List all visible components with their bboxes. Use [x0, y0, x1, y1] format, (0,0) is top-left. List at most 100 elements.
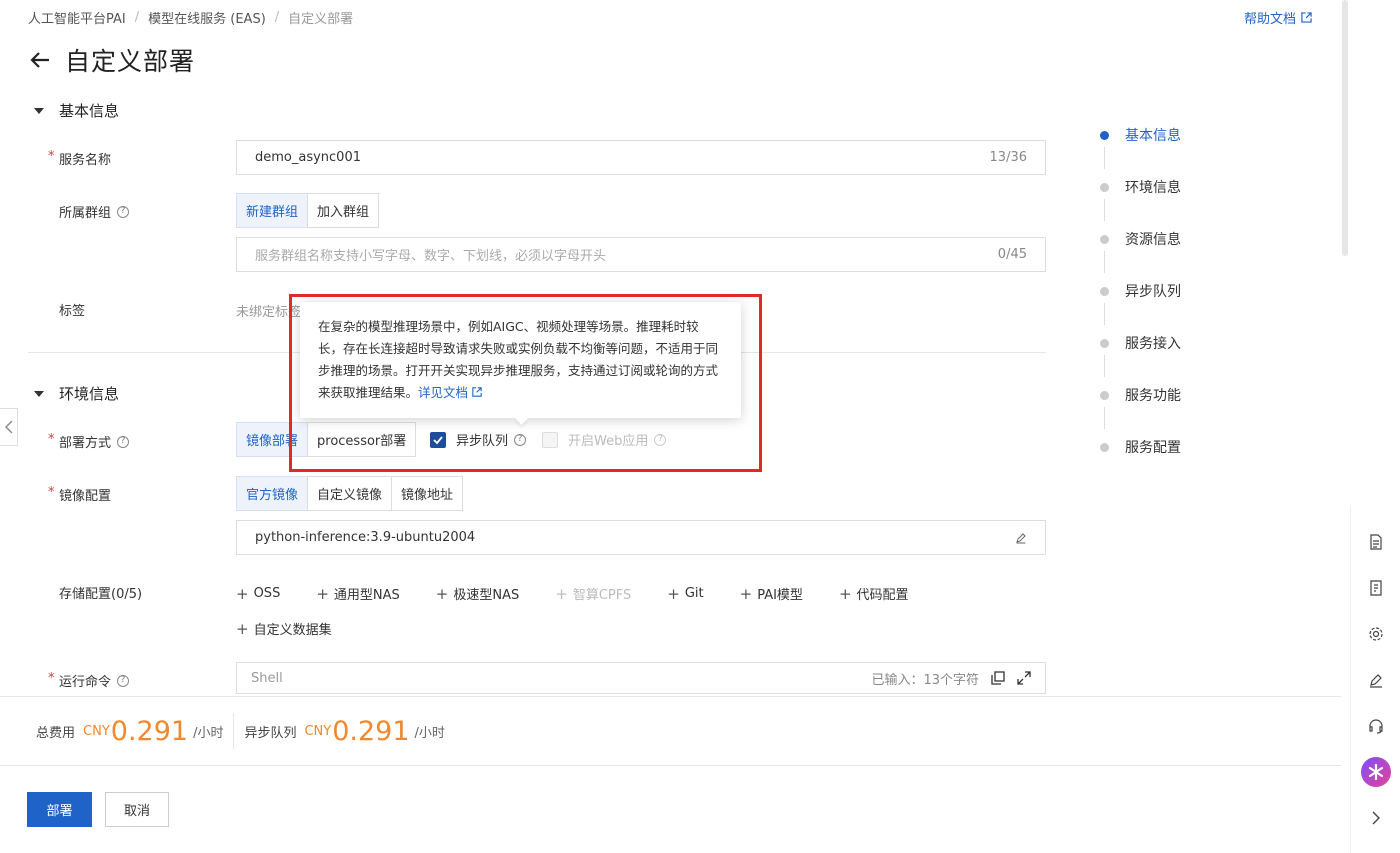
async-queue-checkbox[interactable]: [430, 431, 446, 448]
help-question-icon[interactable]: ?: [654, 433, 667, 446]
step-connector: [1104, 303, 1105, 325]
image-select-input[interactable]: python-inference:3.9-ubuntu2004: [236, 520, 1046, 555]
step-env[interactable]: 环境信息: [1098, 177, 1181, 229]
step-connector: [1104, 355, 1105, 377]
step-resource[interactable]: 资源信息: [1098, 229, 1181, 281]
tooltip-doc-link[interactable]: 详见文档: [418, 385, 482, 400]
step-label: 服务功能: [1125, 388, 1181, 404]
help-question-icon[interactable]: ?: [117, 435, 130, 448]
collapse-handle[interactable]: [0, 408, 18, 446]
deploy-option-image[interactable]: 镜像部署: [236, 422, 309, 457]
chevron-right-icon[interactable]: [1361, 803, 1391, 833]
storage-add-nas[interactable]: + 通用型NAS: [316, 584, 417, 604]
step-label: 服务配置: [1125, 440, 1181, 456]
storage-add-git[interactable]: + Git: [667, 584, 721, 603]
right-tool-rail: [1350, 505, 1400, 853]
command-label: 运行命令 ?: [59, 671, 130, 690]
async-cost-unit: /小时: [414, 725, 445, 741]
step-service-config[interactable]: 服务配置: [1098, 437, 1181, 489]
async-queue-label[interactable]: 异步队列: [456, 430, 508, 449]
storage-code-label: 代码配置: [856, 588, 909, 603]
storage-cpfs-label: 智算CPFS: [572, 588, 632, 603]
help-question-icon[interactable]: ?: [117, 205, 130, 218]
step-dot: [1100, 391, 1109, 400]
storage-add-code[interactable]: + 代码配置: [838, 584, 927, 604]
storage-add-pai-model[interactable]: + PAI模型: [740, 584, 821, 604]
image-source-selector: 官方镜像 自定义镜像 镜像地址: [236, 476, 464, 511]
help-doc-link[interactable]: 帮助文档: [1244, 8, 1312, 27]
help-question-icon[interactable]: ?: [117, 674, 130, 687]
command-placeholder: Shell: [251, 670, 283, 686]
caret-down-icon: [34, 390, 44, 397]
expand-icon[interactable]: [1017, 671, 1031, 685]
service-name-input[interactable]: demo_async001 13/36: [236, 140, 1046, 175]
image-value: python-inference:3.9-ubuntu2004: [255, 530, 476, 545]
deploy-mode-checkboxes: 异步队列 ? 开启Web应用 ?: [430, 430, 667, 449]
storage-add-dataset[interactable]: + 自定义数据集: [236, 619, 350, 639]
step-label: 环境信息: [1125, 180, 1181, 196]
storage-options-extra: + 自定义数据集: [236, 619, 368, 639]
group-label: 所属群组 ?: [59, 202, 130, 221]
external-link-icon: [1301, 12, 1312, 23]
total-cost-value: 0.291: [110, 715, 189, 747]
gear-icon[interactable]: [1361, 619, 1391, 649]
async-queue-tooltip: 在复杂的模型推理场景中，例如AIGC、视频处理等场景。推理耗时较长，存在长连接超…: [300, 302, 741, 418]
step-label: 服务接入: [1125, 336, 1181, 352]
deploy-option-processor[interactable]: processor部署: [307, 422, 417, 457]
help-doc-label: 帮助文档: [1244, 12, 1297, 27]
command-tools: 已输入：13个字符: [871, 669, 1031, 688]
plus-icon: +: [236, 619, 249, 638]
step-label: 资源信息: [1125, 232, 1181, 248]
group-name-input[interactable]: 服务群组名称支持小写字母、数字、下划线，必须以字母开头 0/45: [236, 237, 1046, 272]
plus-icon: +: [555, 584, 568, 603]
group-label-text: 所属群组: [59, 206, 112, 221]
step-basic[interactable]: 基本信息: [1098, 125, 1181, 177]
image-option-official[interactable]: 官方镜像: [236, 476, 309, 511]
page-title: 自定义部署: [65, 47, 196, 76]
breadcrumb-item-pai[interactable]: 人工智能平台PAI: [28, 8, 126, 27]
help-question-icon[interactable]: ?: [514, 433, 527, 446]
web-app-checkbox[interactable]: [542, 431, 559, 448]
breadcrumb-item-eas[interactable]: 模型在线服务 (EAS): [148, 8, 266, 27]
command-editor[interactable]: Shell 已输入：13个字符: [236, 662, 1046, 694]
storage-extreme-nas-label: 极速型NAS: [453, 588, 520, 603]
step-dot: [1100, 287, 1109, 296]
section-basic-toggle[interactable]: 基本信息: [34, 100, 119, 121]
section-basic-title: 基本信息: [59, 102, 120, 120]
total-cost-label: 总费用: [36, 725, 76, 741]
headset-icon[interactable]: [1361, 711, 1391, 741]
page-scrollbar[interactable]: [1342, 0, 1348, 256]
plus-icon: +: [838, 584, 852, 603]
edit-pencil-icon[interactable]: [1015, 532, 1027, 544]
storage-add-oss[interactable]: + OSS: [236, 584, 298, 603]
step-dot: [1100, 339, 1109, 348]
async-cost-value: 0.291: [332, 715, 410, 747]
document-icon[interactable]: [1361, 527, 1391, 557]
chevron-left-icon: [4, 420, 12, 434]
step-service-function[interactable]: 服务功能: [1098, 385, 1181, 437]
storage-git-label: Git: [684, 586, 704, 601]
cancel-button[interactable]: 取消: [105, 792, 169, 827]
group-option-join[interactable]: 加入群组: [307, 193, 380, 228]
tag-empty-text[interactable]: 未绑定标签: [236, 301, 301, 320]
image-option-address[interactable]: 镜像地址: [391, 476, 464, 511]
image-option-custom[interactable]: 自定义镜像: [307, 476, 393, 511]
api-doc-icon[interactable]: [1361, 573, 1391, 603]
deploy-mode-selector: 镜像部署 processor部署: [236, 422, 417, 457]
step-async-queue[interactable]: 异步队列: [1098, 281, 1181, 333]
section-env-title: 环境信息: [59, 385, 120, 403]
section-env-toggle[interactable]: 环境信息: [34, 383, 119, 404]
copy-icon[interactable]: [991, 671, 1005, 685]
required-mark: *: [48, 671, 55, 686]
ai-assistant-icon[interactable]: [1361, 757, 1391, 787]
deploy-button[interactable]: 部署: [27, 792, 92, 827]
storage-add-extreme-nas[interactable]: + 极速型NAS: [436, 584, 537, 604]
cost-summary-bar: 总费用 CNY 0.291 /小时 异步队列 CNY 0.291 /小时: [0, 696, 1341, 766]
cost-separator: [233, 713, 235, 749]
edit-icon[interactable]: [1361, 665, 1391, 695]
step-service-access[interactable]: 服务接入: [1098, 333, 1181, 385]
step-navigation: 基本信息 环境信息 资源信息 异步队列 服务接入 服务功能 服务配置: [1098, 125, 1181, 489]
external-link-icon: [472, 387, 482, 397]
group-option-new[interactable]: 新建群组: [236, 193, 309, 228]
back-arrow-icon[interactable]: [28, 48, 52, 72]
